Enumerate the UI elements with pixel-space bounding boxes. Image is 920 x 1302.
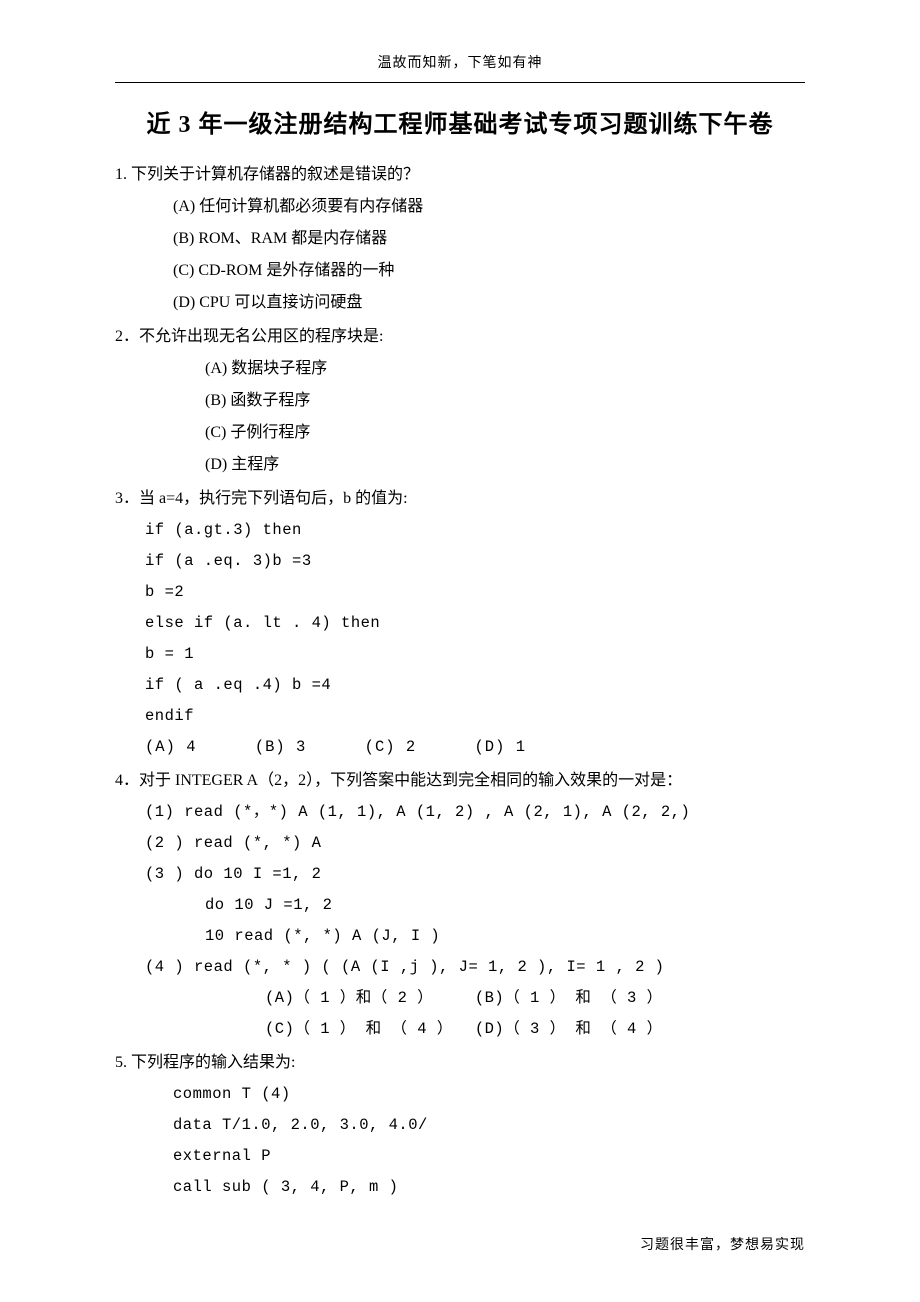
question-5: 5. 下列程序的输入结果为: common T (4) data T/1.0, … (115, 1047, 805, 1203)
q1-option-d: (D) CPU 可以直接访问硬盘 (115, 287, 805, 319)
q1-option-b: (B) ROM、RAM 都是内存储器 (115, 223, 805, 255)
q5-code-line-2: data T/1.0, 2.0, 3.0, 4.0/ (115, 1110, 805, 1141)
q3-stem: 3．当 a=4，执行完下列语句后，b 的值为: (115, 483, 805, 515)
q1-option-c: (C) CD-ROM 是外存储器的一种 (115, 255, 805, 287)
question-2: 2．不允许出现无名公用区的程序块是: (A) 数据块子程序 (B) 函数子程序 … (115, 321, 805, 481)
q4-option-b: (B)（ 1 ） 和 （ 3 ） (475, 989, 663, 1007)
page-footer: 习题很丰富，梦想易实现 (640, 1232, 805, 1260)
q3-option-c: (C) 2 (365, 732, 417, 763)
q4-option-4: (4 ) read (*, * ) ( (A (I ,j ), J= 1, 2 … (115, 952, 805, 983)
q3-code-line-4: else if (a. lt . 4) then (115, 608, 805, 639)
q4-option-2: (2 ) read (*, *) A (115, 828, 805, 859)
q4-answers-row1: (A)（ 1 ）和（ 2 ） (B)（ 1 ） 和 （ 3 ） (115, 983, 805, 1014)
q4-option-c: (C)（ 1 ） 和 （ 4 ） (265, 1014, 465, 1045)
q3-code-line-7: endif (115, 701, 805, 732)
q3-code-line-3: b =2 (115, 577, 805, 608)
q3-option-d: (D) 1 (474, 732, 526, 763)
page-title: 近 3 年一级注册结构工程师基础考试专项习题训练下午卷 (115, 101, 805, 149)
q2-stem: 2．不允许出现无名公用区的程序块是: (115, 321, 805, 353)
q5-code-line-1: common T (4) (115, 1079, 805, 1110)
question-1: 1. 下列关于计算机存储器的叙述是错误的？ (A) 任何计算机都必须要有内存储器… (115, 159, 805, 319)
header-caption: 温故而知新，下笔如有神 (115, 50, 805, 78)
q4-option-1: (1) read (*，*) A (1, 1), A (1, 2) , A (2… (115, 797, 805, 828)
q4-option-d: (D)（ 3 ） 和 （ 4 ） (475, 1020, 663, 1038)
question-3: 3．当 a=4，执行完下列语句后，b 的值为: if (a.gt.3) then… (115, 483, 805, 763)
q3-code-line-2: if (a .eq. 3)b =3 (115, 546, 805, 577)
q5-stem: 5. 下列程序的输入结果为: (115, 1047, 805, 1079)
q1-option-a: (A) 任何计算机都必须要有内存储器 (115, 191, 805, 223)
q4-option-a: (A)（ 1 ）和（ 2 ） (265, 983, 465, 1014)
q3-option-a: (A) 4 (145, 732, 197, 763)
header-divider (115, 82, 805, 83)
q5-code-line-3: external P (115, 1141, 805, 1172)
q4-option-3b: 10 read (*, *) A (J, I ) (115, 921, 805, 952)
q2-option-c: (C) 子例行程序 (115, 417, 805, 449)
q3-code-line-1: if (a.gt.3) then (115, 515, 805, 546)
q5-code-line-4: call sub ( 3, 4, P, m ) (115, 1172, 805, 1203)
q4-stem: 4．对于 INTEGER A（2，2），下列答案中能达到完全相同的输入效果的一对… (115, 765, 805, 797)
question-4: 4．对于 INTEGER A（2，2），下列答案中能达到完全相同的输入效果的一对… (115, 765, 805, 1045)
q4-option-3: (3 ) do 10 I =1, 2 (115, 859, 805, 890)
q3-answers: (A) 4 (B) 3 (C) 2 (D) 1 (115, 732, 805, 763)
q2-option-d: (D) 主程序 (115, 449, 805, 481)
q2-option-a: (A) 数据块子程序 (115, 353, 805, 385)
q4-option-3a: do 10 J =1, 2 (115, 890, 805, 921)
q2-option-b: (B) 函数子程序 (115, 385, 805, 417)
document-page: 温故而知新，下笔如有神 近 3 年一级注册结构工程师基础考试专项习题训练下午卷 … (0, 0, 920, 1302)
q1-stem: 1. 下列关于计算机存储器的叙述是错误的？ (115, 159, 805, 191)
q3-code-line-6: if ( a .eq .4) b =4 (115, 670, 805, 701)
q3-option-b: (B) 3 (255, 732, 307, 763)
q4-answers-row2: (C)（ 1 ） 和 （ 4 ） (D)（ 3 ） 和 （ 4 ） (115, 1014, 805, 1045)
q3-code-line-5: b = 1 (115, 639, 805, 670)
